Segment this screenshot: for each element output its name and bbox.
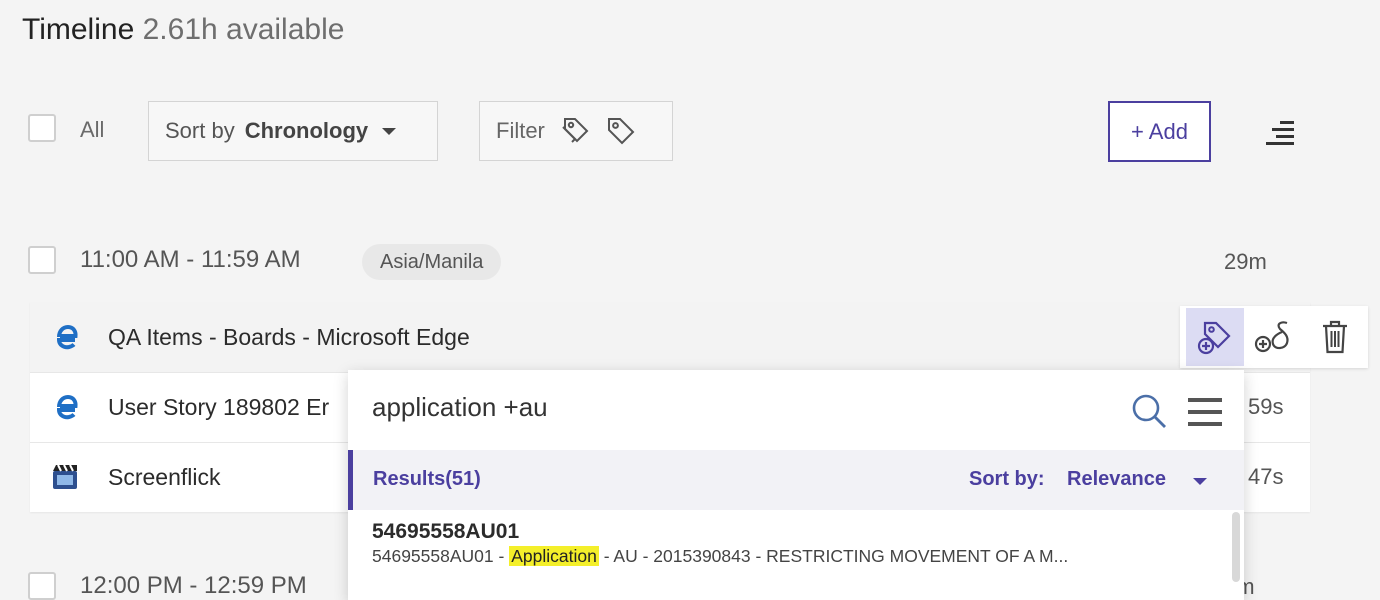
search-icon[interactable] xyxy=(1130,392,1168,430)
trash-icon xyxy=(1323,320,1347,354)
tag-icon[interactable] xyxy=(603,113,639,149)
page-title: Timeline 2.61h available xyxy=(22,10,344,50)
chevron-down-icon xyxy=(1193,478,1207,485)
activity-duration: 59s xyxy=(1248,394,1284,419)
add-tag-button[interactable] xyxy=(1186,308,1244,366)
group-time-range: 12:00 PM - 12:59 PM xyxy=(80,572,307,599)
add-delta-button[interactable] xyxy=(1246,308,1304,366)
filter-control[interactable]: Filter xyxy=(479,101,673,161)
row-actions xyxy=(1180,306,1368,368)
result-code: 54695558AU01 xyxy=(372,520,520,543)
results-count: Results(51) xyxy=(373,468,481,490)
edge-icon xyxy=(56,394,78,420)
group-checkbox[interactable] xyxy=(28,246,56,274)
timezone-badge: Asia/Manila xyxy=(362,244,502,280)
list-menu-icon[interactable] xyxy=(1186,396,1224,428)
result-desc-prefix: 54695558AU01 - xyxy=(372,546,510,566)
add-tag-icon xyxy=(1197,321,1231,355)
activity-row[interactable]: QA Items - Boards - Microsoft Edge xyxy=(30,302,1310,373)
delete-button[interactable] xyxy=(1306,308,1364,366)
result-highlight: Application xyxy=(509,546,599,566)
select-all-label: All xyxy=(80,117,105,142)
sort-prefix: Sort by xyxy=(165,118,235,143)
results-sort-dropdown[interactable]: Relevance xyxy=(1067,468,1166,491)
collapse-menu-icon[interactable] xyxy=(1264,119,1298,145)
tag-search-dropdown: application +au Results(51) Sort by: Rel… xyxy=(348,370,1244,600)
result-description: 54695558AU01 - Application - AU - 201539… xyxy=(372,546,1068,567)
activity-name: QA Items - Boards - Microsoft Edge xyxy=(108,323,470,350)
edge-icon xyxy=(56,324,78,350)
available-hours: 2.61h available xyxy=(142,13,345,46)
sort-value: Chronology xyxy=(244,118,369,143)
results-sort-label: Sort by: xyxy=(969,468,1045,490)
select-all-checkbox[interactable] xyxy=(28,114,56,142)
group-duration: 29m xyxy=(1224,249,1267,274)
screenflick-icon xyxy=(53,464,77,489)
title-text: Timeline xyxy=(22,13,135,46)
activity-duration: 47s xyxy=(1248,464,1284,489)
filter-label: Filter xyxy=(496,118,545,143)
results-scrollbar[interactable] xyxy=(1232,512,1240,582)
group-time-range: 11:00 AM - 11:59 AM xyxy=(80,246,301,273)
chevron-down-icon xyxy=(382,127,397,135)
tag-search-input[interactable]: application +au xyxy=(372,392,548,423)
sort-dropdown[interactable]: Sort by Chronology xyxy=(148,101,438,161)
add-delta-icon xyxy=(1254,321,1289,353)
results-header: Results(51) Sort by: Relevance xyxy=(348,450,1244,510)
activity-name: User Story 189802 Er xyxy=(108,393,330,420)
activity-name: Screenflick xyxy=(108,463,221,490)
tags-filter-icon[interactable] xyxy=(559,113,595,149)
group-checkbox[interactable] xyxy=(28,572,56,600)
add-button[interactable]: + Add xyxy=(1108,101,1211,162)
result-desc-suffix: - AU - 2015390843 - RESTRICTING MOVEMENT… xyxy=(598,546,1069,566)
